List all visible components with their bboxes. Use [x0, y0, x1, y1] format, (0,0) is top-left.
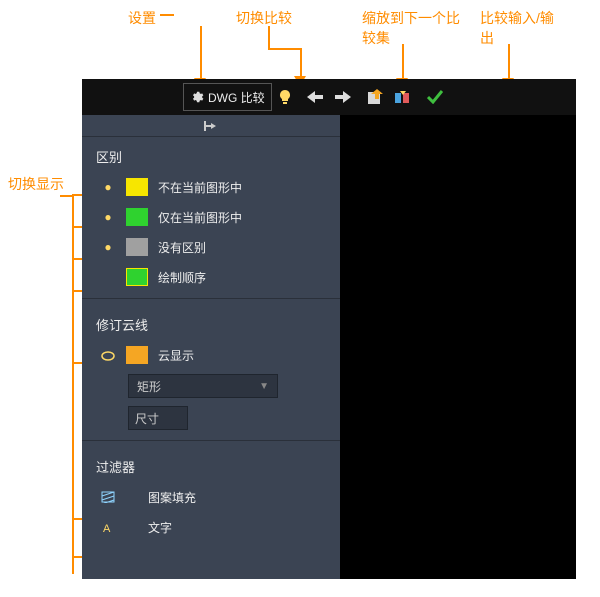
dropdown-value: 矩形 [137, 378, 161, 395]
diff-row-3[interactable]: ● 绘制顺序 [82, 262, 340, 292]
swatch[interactable] [126, 178, 148, 196]
toolbar-title: DWG 比较 [208, 89, 265, 106]
next-button[interactable] [330, 83, 356, 111]
confirm-button[interactable] [422, 83, 448, 111]
app-window: DWG 比较 [82, 79, 576, 579]
swatch[interactable] [126, 268, 148, 286]
pin-icon[interactable] [204, 120, 218, 132]
svg-text:A: A [103, 523, 111, 533]
hatch-bulb-icon[interactable] [100, 491, 116, 503]
arrow-right-icon [335, 91, 351, 103]
annot-toggle-compare: 切换比较 [236, 8, 292, 28]
arrow-left-icon [307, 91, 323, 103]
toggle-compare-button[interactable] [274, 83, 296, 111]
text-bulb-icon[interactable]: A [100, 521, 116, 533]
row-label: 没有区别 [158, 239, 206, 256]
swatch[interactable] [126, 346, 148, 364]
row-label: 绘制顺序 [158, 269, 206, 286]
section-difference-title: 区别 [82, 137, 340, 172]
section-filter-title: 过滤器 [82, 447, 340, 482]
import-button[interactable] [362, 83, 388, 111]
shape-dropdown[interactable]: 矩形 ▼ [128, 374, 278, 398]
row-label: 图案填充 [148, 489, 196, 506]
settings-panel: 区别 ● 不在当前图形中 ● 仅在当前图形中 ● 没有区别 ● 绘制顺序 修订云… [82, 115, 340, 579]
import-icon [367, 89, 383, 105]
diff-row-2[interactable]: ● 没有区别 [82, 232, 340, 262]
export-icon [395, 89, 411, 105]
toolbar: DWG 比较 [82, 79, 576, 115]
pin-bar [82, 115, 340, 137]
export-button[interactable] [390, 83, 416, 111]
settings-button[interactable]: DWG 比较 [183, 83, 272, 111]
row-label: 仅在当前图形中 [158, 209, 242, 226]
row-label: 文字 [148, 519, 172, 536]
bulb-icon[interactable]: ● [100, 180, 116, 194]
cloud-bulb-icon[interactable] [100, 349, 116, 361]
row-label: 不在当前图形中 [158, 179, 242, 196]
diff-row-1[interactable]: ● 仅在当前图形中 [82, 202, 340, 232]
section-revcloud-title: 修订云线 [82, 305, 340, 340]
textbox-value: 尺寸 [135, 410, 159, 427]
annot-compare-io: 比较输入/输出 [480, 8, 560, 48]
annot-settings: 设置 [128, 8, 156, 28]
bulb-icon[interactable]: ● [100, 210, 116, 224]
size-input[interactable]: 尺寸 [128, 406, 188, 430]
filter-text-row[interactable]: A 文字 [82, 512, 340, 542]
swatch[interactable] [126, 238, 148, 256]
gear-icon [190, 90, 204, 104]
diff-row-0[interactable]: ● 不在当前图形中 [82, 172, 340, 202]
filter-hatch-row[interactable]: 图案填充 [82, 482, 340, 512]
row-label: 云显示 [158, 347, 194, 364]
check-icon [427, 90, 443, 104]
swatch[interactable] [126, 208, 148, 226]
bulb-icon[interactable]: ● [100, 240, 116, 254]
revcloud-row[interactable]: 云显示 [82, 340, 340, 370]
prev-button[interactable] [302, 83, 328, 111]
bulb-icon [279, 90, 291, 104]
annot-toggle-display: 切换显示 [8, 174, 64, 194]
chevron-down-icon: ▼ [259, 381, 269, 392]
annot-zoom-next: 缩放到下一个比较集 [362, 8, 472, 48]
